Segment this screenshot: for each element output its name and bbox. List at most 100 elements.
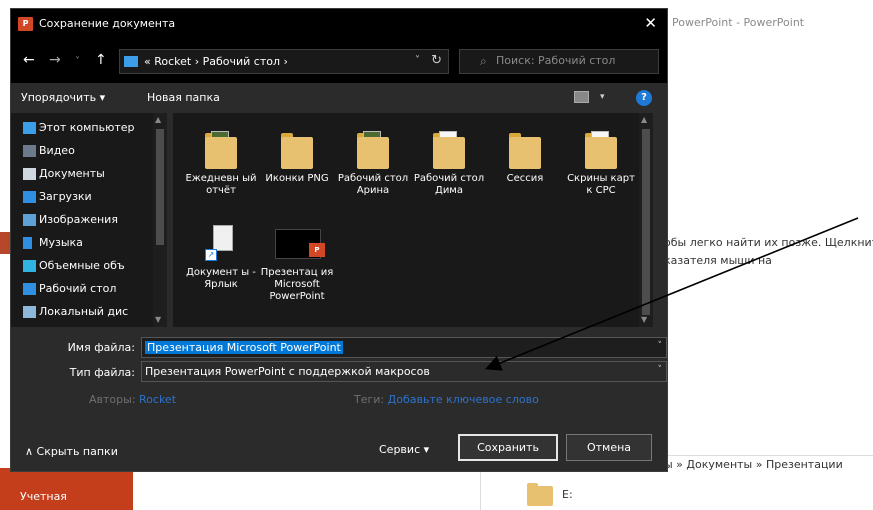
desktop-icon xyxy=(124,56,138,67)
sidebar-item-local-disk[interactable]: Локальный дис xyxy=(11,301,153,323)
3d-objects-icon xyxy=(23,260,36,272)
file-name: Документ ы - Ярлык xyxy=(186,267,256,290)
sidebar-item-3d-objects[interactable]: Объемные объ xyxy=(11,255,153,277)
scroll-up-icon[interactable]: ▲ xyxy=(155,115,161,124)
scrollbar-thumb[interactable] xyxy=(642,129,650,315)
filename-field[interactable]: Презентация Microsoft PowerPoint ˅ xyxy=(141,337,667,358)
list-item[interactable]: Скрины карт к СРС xyxy=(563,131,639,197)
folder-icon xyxy=(509,131,541,169)
local-disk-icon xyxy=(23,306,36,318)
help-icon[interactable]: ? xyxy=(636,90,652,106)
file-list: Ежедневн ый отчёт Иконки PNG Рабочий сто… xyxy=(173,113,653,327)
authors-row: Авторы: Rocket xyxy=(89,393,176,406)
list-item[interactable]: P Презентац ия Microsoft PowerPoint xyxy=(259,225,335,303)
dialog-title: Сохранение документа xyxy=(39,17,176,30)
download-icon xyxy=(23,191,36,203)
shortcut-icon: ↗ xyxy=(205,225,237,263)
search-icon: ⌕ xyxy=(480,54,487,68)
sidebar-scrollbar[interactable]: ▲ ▼ xyxy=(153,113,167,327)
sidebar-item-downloads[interactable]: Загрузки xyxy=(11,186,153,208)
scroll-down-icon[interactable]: ▼ xyxy=(641,315,647,324)
desktop-icon xyxy=(23,283,36,295)
sidebar-item-label: Документы xyxy=(39,167,105,180)
view-options-icon[interactable] xyxy=(574,91,589,103)
sidebar-item-video[interactable]: Видео xyxy=(11,140,153,162)
account-menu-item[interactable]: Учетная xyxy=(0,468,133,510)
scrollbar-thumb[interactable] xyxy=(156,129,164,245)
sidebar-item-label: Этот компьютер xyxy=(39,121,135,134)
back-arrow-icon[interactable]: ← xyxy=(23,52,35,68)
file-name: Иконки PNG xyxy=(265,173,329,184)
filename-label: Имя файла: xyxy=(67,341,135,354)
drive-label[interactable]: E: xyxy=(562,488,573,501)
navigation-pane: Этот компьютер Видео Документы Загрузки … xyxy=(11,113,167,327)
video-icon xyxy=(23,145,36,157)
new-folder-button[interactable]: Новая папка xyxy=(147,91,220,104)
close-icon[interactable]: ✕ xyxy=(644,14,657,32)
recent-locations-chevron-icon[interactable]: ˅ xyxy=(75,56,80,67)
sidebar-item-documents[interactable]: Документы xyxy=(11,163,153,185)
folder-icon xyxy=(205,131,237,169)
recent-path[interactable]: ы » Документы » Презентации xyxy=(664,458,843,471)
sidebar-item-label: Видео xyxy=(39,144,75,157)
list-item[interactable]: Иконки PNG xyxy=(259,131,335,185)
sidebar-item-music[interactable]: Музыка xyxy=(11,232,153,254)
folder-icon xyxy=(281,131,313,169)
sidebar-item-desktop[interactable]: Рабочий стол xyxy=(11,278,153,300)
sidebar-item-label: Объемные объ xyxy=(39,259,125,272)
search-input[interactable] xyxy=(496,54,654,67)
cancel-button[interactable]: Отмена xyxy=(566,434,652,461)
forward-arrow-icon[interactable]: → xyxy=(49,52,61,68)
view-chevron-icon[interactable]: ▾ xyxy=(600,92,605,102)
list-item[interactable]: Ежедневн ый отчёт xyxy=(183,131,259,197)
file-name: Презентац ия Microsoft PowerPoint xyxy=(260,267,334,302)
chevron-down-icon[interactable]: ˅ xyxy=(658,341,663,351)
save-button[interactable]: Сохранить xyxy=(458,434,558,461)
file-list-scrollbar[interactable]: ▲ ▼ xyxy=(639,113,653,327)
filename-value[interactable]: Презентация Microsoft PowerPoint xyxy=(145,341,343,354)
sidebar-item-label: Изображения xyxy=(39,213,118,226)
list-item[interactable]: Рабочий стол Арина xyxy=(335,131,411,197)
file-name: Скрины карт к СРС xyxy=(567,173,635,196)
list-item[interactable]: ↗ Документ ы - Ярлык xyxy=(183,225,259,291)
save-dialog: P Сохранение документа ✕ ← → ˅ ↑ « Rocke… xyxy=(10,8,668,472)
up-arrow-icon[interactable]: ↑ xyxy=(95,52,107,68)
account-label: Учетная xyxy=(20,490,67,503)
authors-label: Авторы: xyxy=(89,393,136,406)
address-dropdown-icon[interactable]: ˅ xyxy=(415,55,420,66)
list-item[interactable]: Рабочий стол Дима xyxy=(411,131,487,197)
organize-button[interactable]: Упорядочить ▾ xyxy=(21,91,105,104)
refresh-icon[interactable]: ↻ xyxy=(431,53,442,68)
file-name: Ежедневн ый отчёт xyxy=(185,173,257,196)
filetype-select[interactable]: Презентация PowerPoint с поддержкой макр… xyxy=(141,361,667,382)
tags-label: Теги: xyxy=(354,393,385,406)
file-name: Рабочий стол Арина xyxy=(337,173,409,196)
computer-icon xyxy=(23,122,36,134)
tools-button[interactable]: Сервис ▾ xyxy=(379,443,429,456)
sidebar-item-label: Музыка xyxy=(39,236,83,249)
authors-value[interactable]: Rocket xyxy=(139,393,176,406)
sidebar-item-label: Загрузки xyxy=(39,190,92,203)
scroll-down-icon[interactable]: ▼ xyxy=(155,315,161,324)
sidebar-item-images[interactable]: Изображения xyxy=(11,209,153,231)
pptx-icon: P xyxy=(275,225,325,263)
file-name: Рабочий стол Дима xyxy=(413,173,485,196)
chevron-down-icon[interactable]: ˅ xyxy=(658,365,663,375)
sidebar-item-this-pc[interactable]: Этот компьютер xyxy=(11,117,153,139)
filetype-value[interactable]: Презентация PowerPoint с поддержкой макр… xyxy=(145,365,430,378)
dialog-titlebar: P Сохранение документа ✕ xyxy=(11,9,667,39)
documents-icon xyxy=(23,168,36,180)
hint-text-line2: казателя мыши на xyxy=(664,254,772,267)
scroll-up-icon[interactable]: ▲ xyxy=(641,115,647,124)
file-name: Сессия xyxy=(506,173,544,184)
command-toolbar: Упорядочить ▾ Новая папка ▾ ? xyxy=(11,83,667,113)
navigation-bar: ← → ˅ ↑ « Rocket › Рабочий стол › ˅ ↻ ⌕ xyxy=(11,39,667,83)
search-box[interactable]: ⌕ xyxy=(459,49,659,74)
tags-value[interactable]: Добавьте ключевое слово xyxy=(388,393,539,406)
window-title: PowerPoint - PowerPoint xyxy=(672,16,805,29)
address-bar[interactable]: « Rocket › Рабочий стол › ˅ ↻ xyxy=(119,49,449,74)
folder-icon xyxy=(433,131,465,169)
address-path[interactable]: « Rocket › Рабочий стол › xyxy=(144,55,288,68)
hide-folders-button[interactable]: ∧ Скрыть папки xyxy=(25,445,118,458)
list-item[interactable]: Сессия xyxy=(487,131,563,185)
